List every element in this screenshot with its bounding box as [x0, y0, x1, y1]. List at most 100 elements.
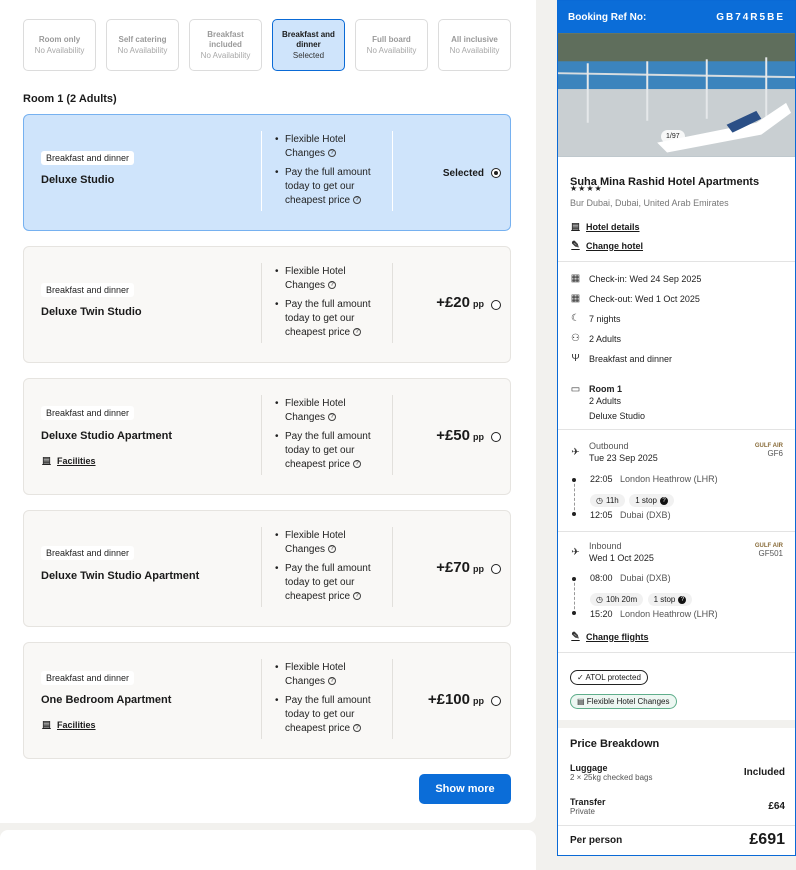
room-summary: ▭ Room 1 2 Adults Deluxe Studio	[570, 383, 645, 422]
airline-logo: GULF AIR GF501	[755, 543, 783, 558]
pencil-icon: ✎	[571, 631, 580, 642]
hotel-image[interactable]: 1/97	[558, 33, 795, 157]
price-unit: pp	[473, 696, 484, 706]
room-radio[interactable]	[491, 432, 501, 442]
info-icon: ?	[678, 595, 687, 604]
luggage-value: Included	[743, 767, 785, 778]
board-all-inclusive[interactable]: All inclusive No Availability	[438, 19, 511, 71]
room-radio[interactable]	[491, 696, 501, 706]
booking-ref-label: Booking Ref No:	[568, 11, 647, 23]
transfer-desc: Private	[570, 807, 595, 816]
room-option-deluxe-studio-apartment[interactable]: Breakfast and dinner Deluxe Studio Apart…	[23, 378, 511, 495]
info-icon[interactable]: ?	[353, 328, 362, 337]
transfer-label: Transfer	[570, 797, 606, 807]
duration-text: 11h	[605, 496, 619, 505]
info-icon[interactable]: ?	[328, 545, 337, 554]
benefit-flexible: • Flexible Hotel Changes?	[275, 398, 346, 423]
people-icon: ⚇	[571, 333, 580, 344]
checkout-text: Check-out: Wed 1 Oct 2025	[589, 293, 700, 304]
next-section-panel	[0, 830, 536, 870]
bed-icon: ▭	[570, 383, 581, 395]
timeline	[574, 578, 575, 614]
inbound-duration: ◷ 10h 20m 1 stop?	[590, 589, 693, 607]
info-icon[interactable]: ?	[353, 592, 362, 601]
checkin-text: Check-in: Wed 24 Sep 2025	[589, 273, 702, 284]
board-status: No Availability	[366, 45, 417, 55]
room-price: +£20 pp	[436, 294, 484, 311]
room-name: Deluxe Studio Apartment	[41, 430, 172, 442]
change-flights-link[interactable]: ✎ Change flights	[570, 631, 648, 642]
board-breakfast-included[interactable]: Breakfast included No Availability	[189, 19, 262, 71]
divider	[392, 131, 393, 211]
board-self-catering[interactable]: Self catering No Availability	[106, 19, 179, 71]
hotel-details-label: Hotel details	[586, 221, 640, 232]
duration-chip: ◷ 10h 20m	[590, 593, 644, 606]
room-label: Room 1	[589, 384, 623, 394]
inbound-date: Wed 1 Oct 2025	[589, 553, 654, 563]
divider	[392, 395, 393, 475]
checkin-row: ▦ Check-in: Wed 24 Sep 2025	[570, 273, 702, 284]
board-breakfast-and-dinner[interactable]: Breakfast and dinner Selected	[272, 19, 345, 71]
per-person-value: £691	[749, 831, 785, 848]
room-option-deluxe-twin-studio[interactable]: Breakfast and dinner Deluxe Twin Studio …	[23, 246, 511, 363]
room-radio[interactable]	[491, 168, 501, 178]
board-full-board[interactable]: Full board No Availability	[355, 19, 428, 71]
inbound-arrival: 15:20 London Heathrow (LHR)	[590, 608, 718, 620]
board-status: Selected	[292, 50, 325, 60]
board-row: Ψ Breakfast and dinner	[570, 353, 672, 364]
room-option-deluxe-twin-studio-apartment[interactable]: Breakfast and dinner Deluxe Twin Studio …	[23, 510, 511, 627]
divider	[558, 652, 795, 653]
board-room-only[interactable]: Room only No Availability	[23, 19, 96, 71]
room-option-one-bedroom-apartment[interactable]: Breakfast and dinner One Bedroom Apartme…	[23, 642, 511, 759]
flight-code: GF501	[758, 549, 783, 558]
room-adults: 2 Adults	[589, 396, 622, 406]
info-icon[interactable]: ?	[353, 196, 362, 205]
board-tag: Breakfast and dinner	[41, 406, 135, 420]
outbound-arrival: 12:05 Dubai (DXB)	[590, 509, 671, 521]
info-icon[interactable]: ?	[328, 413, 337, 422]
divider	[392, 263, 393, 343]
info-icon[interactable]: ?	[328, 149, 337, 158]
stops-chip[interactable]: 1 stop?	[629, 494, 674, 507]
info-icon[interactable]: ?	[353, 460, 362, 469]
arr-time: 12:05	[590, 510, 613, 520]
room-radio[interactable]	[491, 564, 501, 574]
board-tag: Breakfast and dinner	[41, 151, 135, 165]
price-unit: pp	[473, 564, 484, 574]
show-more-button[interactable]: Show more	[419, 774, 511, 804]
atol-text: ATOL protected	[585, 673, 641, 682]
check-icon: ✓	[577, 673, 584, 682]
image-counter: 1/97	[661, 130, 685, 143]
info-icon[interactable]: ?	[353, 724, 362, 733]
facilities-link[interactable]: ▤ Facilities	[41, 719, 95, 730]
clock-icon: ◷	[596, 595, 603, 604]
atol-pill: ✓ ATOL protected	[570, 670, 648, 685]
board-title: Breakfast and dinner	[282, 29, 335, 49]
room-radio[interactable]	[491, 300, 501, 310]
outbound-departure: 22:05 London Heathrow (LHR)	[590, 473, 718, 485]
document-icon: ▤	[571, 221, 580, 231]
room-price: +£100 pp	[428, 691, 484, 708]
info-icon[interactable]: ?	[328, 281, 337, 290]
info-icon[interactable]: ?	[328, 677, 337, 686]
flex-badge: ▤ Flexible Hotel Changes	[570, 691, 677, 709]
facilities-link[interactable]: ▤ Facilities	[41, 455, 95, 466]
inbound-departure: 08:00 Dubai (DXB)	[590, 572, 671, 584]
hotel-details-link[interactable]: ▤ Hotel details	[570, 221, 640, 232]
board-title: All inclusive	[451, 34, 498, 44]
arr-time: 15:20	[590, 609, 613, 619]
change-hotel-link[interactable]: ✎ Change hotel	[570, 240, 643, 251]
price-unit: pp	[473, 432, 484, 442]
stops-chip[interactable]: 1 stop?	[647, 593, 693, 606]
inbound-flight: ✈ Inbound Wed 1 Oct 2025	[570, 540, 654, 564]
calendar-icon: ▦	[570, 273, 581, 284]
duration-chip: ◷ 11h	[590, 494, 625, 507]
calendar-icon: ▦	[570, 293, 581, 304]
outbound-label: Outbound	[589, 441, 629, 451]
room-option-deluxe-studio[interactable]: Breakfast and dinner Deluxe Studio • Flex…	[23, 114, 511, 231]
flex-text: Flexible Hotel Changes	[586, 697, 670, 706]
divider	[261, 659, 262, 739]
benefit-flexible: • Flexible Hotel Changes?	[275, 530, 346, 555]
price-value: +£70	[436, 559, 470, 576]
board-status: No Availability	[117, 45, 168, 55]
